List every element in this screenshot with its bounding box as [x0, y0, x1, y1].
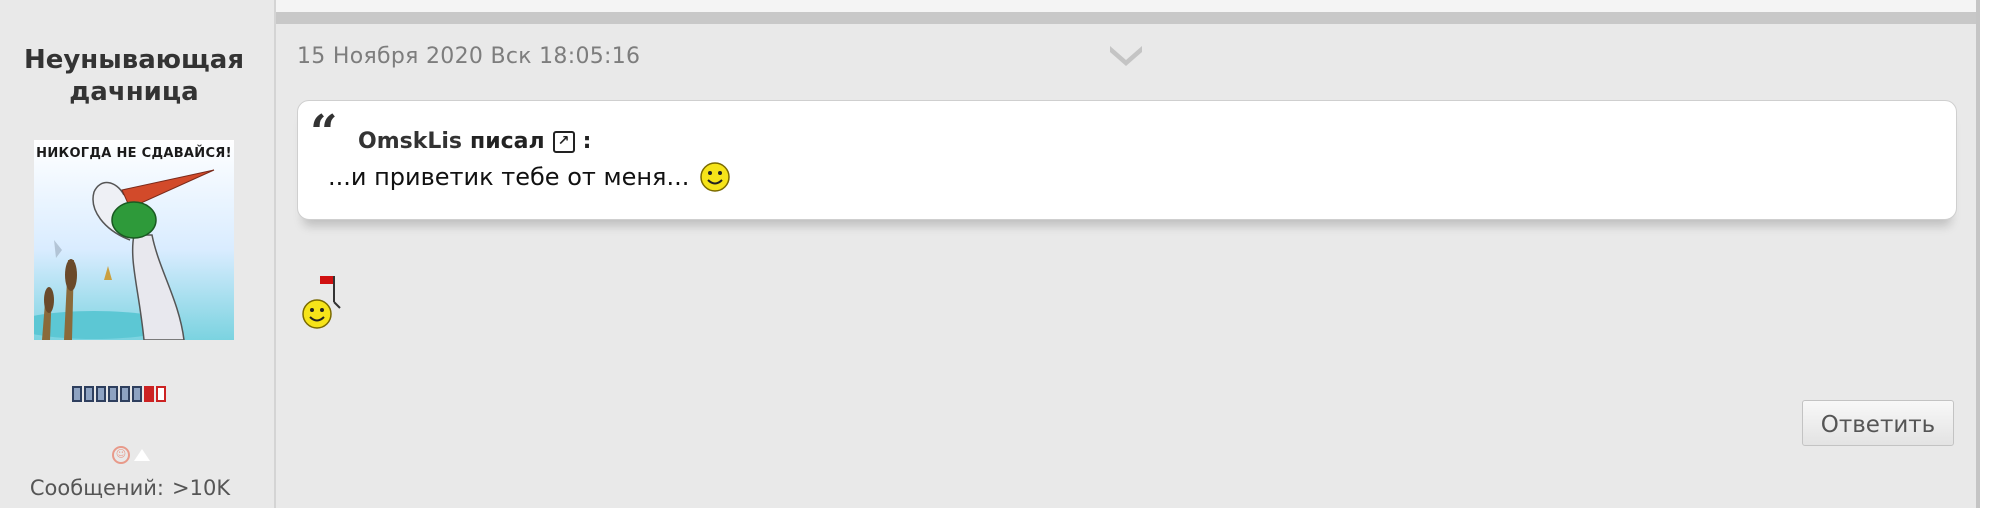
quote-mark-icon: “ — [310, 105, 338, 161]
quote-block: “ OmskLis писал ↗ : ...и приветик тебе о… — [297, 100, 1957, 220]
rank-indicator — [72, 386, 166, 402]
up-arrow-icon[interactable] — [134, 449, 150, 461]
avatar-caption: НИКОГДА НЕ СДАВАЙСЯ! — [36, 146, 232, 161]
message-count-label: Сообщений: — [29, 476, 165, 500]
author-panel: Неунывающая дачница НИКОГДА НЕ СДАВАЙСЯ! — [0, 0, 274, 508]
avatar: НИКОГДА НЕ СДАВАЙСЯ! — [34, 140, 234, 340]
quote-author[interactable]: OmskLis — [358, 129, 462, 154]
quote-colon: : — [582, 129, 592, 154]
reply-button[interactable]: Ответить — [1802, 400, 1954, 446]
post-separator — [276, 12, 1976, 24]
top-strip — [0, 0, 1976, 12]
message-count-value: >10K — [172, 476, 231, 500]
author-name[interactable]: Неунывающая дачница — [0, 44, 268, 108]
quote-body: ...и приветик тебе от меня... — [328, 161, 731, 193]
column-divider — [274, 0, 276, 508]
reputation-icon[interactable]: ☺ — [112, 446, 130, 464]
quote-header: OmskLis писал ↗ : — [358, 129, 591, 154]
external-link-icon[interactable]: ↗ — [552, 130, 575, 153]
window-edge — [1976, 0, 1980, 508]
quote-wrote: писал — [470, 129, 545, 154]
heron-frog-illustration — [34, 169, 215, 340]
message-count: Сообщений: >10K — [0, 476, 268, 500]
chevron-down-icon[interactable] — [1108, 40, 1144, 68]
post-date: 15 Ноября 2020 Вск 18:05:16 — [297, 44, 641, 69]
smiley-flag-icon — [300, 276, 346, 332]
smiley-icon — [700, 162, 731, 192]
status-icons: ☺ — [112, 446, 150, 464]
forum-post: Неунывающая дачница НИКОГДА НЕ СДАВАЙСЯ! — [0, 0, 1976, 508]
quote-text: ...и приветик тебе от меня... — [328, 163, 690, 191]
